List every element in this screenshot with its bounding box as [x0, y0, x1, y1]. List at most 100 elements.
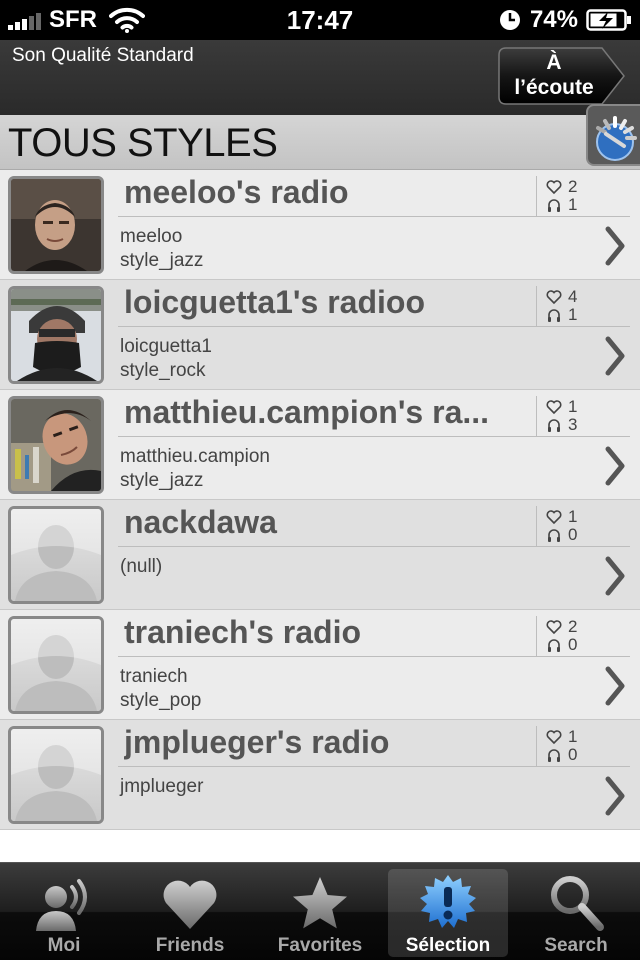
avatar [8, 176, 104, 274]
tab-bar: Moi Friends Favorites Sélection Search [0, 862, 640, 960]
section-title: TOUS STYLES [8, 121, 278, 165]
radio-name: loicguetta1's radioo [124, 284, 425, 320]
tab-favorites[interactable]: Favorites [260, 869, 380, 957]
listeners-count: 0 [568, 525, 578, 544]
likes-count: 1 [568, 727, 578, 746]
headphones-icon [548, 309, 560, 322]
radio-name: nackdawa [124, 504, 277, 540]
avatar [8, 506, 104, 604]
status-bar: SFR 17:47 74% [0, 0, 640, 40]
chevron-right-icon [605, 776, 625, 816]
loading-spinner [586, 104, 640, 166]
listeners-count: 0 [568, 635, 578, 654]
radio-row[interactable]: meeloo's radio 2 1 meeloo style_jazz [0, 170, 640, 280]
exclamation-badge-icon [420, 875, 476, 928]
star-icon [293, 877, 347, 929]
headphones-icon [548, 639, 560, 652]
search-icon [551, 876, 604, 931]
headphones-icon [548, 199, 560, 212]
sound-quality-label: Son Qualité Standard [12, 45, 194, 66]
listeners-count: 0 [568, 745, 578, 764]
radio-counts: 1 0 [546, 508, 596, 544]
user-photo [11, 399, 101, 491]
heart-icon [163, 880, 217, 929]
headphones-icon [548, 419, 560, 432]
radio-owner: traniech [120, 666, 188, 687]
heart-outline-icon [546, 180, 562, 195]
listeners-count: 1 [568, 195, 578, 214]
radio-owner: (null) [120, 556, 163, 577]
radio-owner: loicguetta1 [120, 336, 212, 357]
listeners-count: 3 [568, 415, 578, 434]
chevron-right-icon [605, 226, 625, 266]
radio-row[interactable]: nackdawa 1 0 (null) [0, 500, 640, 610]
tab-search[interactable]: Search [516, 869, 636, 957]
user-photo [11, 289, 101, 381]
radio-list: meeloo's radio 2 1 meeloo style_jazz loi… [0, 170, 640, 830]
tab-label: Moi [47, 935, 81, 956]
avatar [8, 726, 104, 824]
default-avatar-icon [11, 619, 101, 711]
chevron-right-icon [605, 446, 625, 486]
radio-style: style_jazz [120, 250, 204, 271]
heart-outline-icon [546, 400, 562, 415]
likes-count: 4 [568, 287, 578, 306]
tab-moi[interactable]: Moi [4, 869, 124, 957]
heart-outline-icon [546, 730, 562, 745]
radio-name: jmplueger's radio [124, 724, 390, 760]
radio-name: meeloo's radio [124, 174, 349, 210]
radio-owner: jmplueger [120, 776, 204, 797]
battery-percent: 74% [529, 6, 578, 33]
heart-outline-icon [546, 510, 562, 525]
nav-header: Son Qualité Standard À l’écoute [0, 40, 640, 115]
radio-counts: 2 1 [546, 178, 596, 214]
likes-count: 1 [568, 397, 578, 416]
headphones-icon [548, 529, 560, 542]
likes-count: 2 [568, 617, 578, 636]
heart-outline-icon [546, 620, 562, 635]
radio-style: style_rock [120, 360, 206, 381]
tab-label: Sélection [405, 935, 491, 956]
radio-row[interactable]: traniech's radio 2 0 traniech style_pop [0, 610, 640, 720]
radio-name: traniech's radio [124, 614, 362, 650]
globe-spinner-icon [596, 116, 637, 161]
radio-style: style_pop [120, 690, 202, 711]
chevron-right-icon [605, 336, 625, 376]
avatar [8, 396, 104, 494]
tab-friends[interactable]: Friends [130, 869, 250, 957]
clock-icon [499, 10, 520, 30]
now-listening-button[interactable]: À l’écoute [498, 47, 626, 105]
radio-counts: 1 3 [546, 398, 596, 434]
tab-selection[interactable]: Sélection [388, 869, 508, 957]
radio-counts: 4 1 [546, 288, 596, 324]
tab-label: Friends [155, 935, 225, 956]
avatar [8, 616, 104, 714]
tab-label: Search [544, 935, 608, 956]
default-avatar-icon [11, 509, 101, 601]
radio-counts: 2 0 [546, 618, 596, 654]
avatar [8, 286, 104, 384]
radio-owner: matthieu.campion [120, 446, 270, 467]
status-right: 74% [498, 6, 632, 34]
listeners-count: 1 [568, 305, 578, 324]
likes-count: 1 [568, 507, 578, 526]
person-sound-icon [36, 879, 87, 931]
default-avatar-icon [11, 729, 101, 821]
radio-counts: 1 0 [546, 728, 596, 764]
chevron-right-icon [605, 666, 625, 706]
likes-count: 2 [568, 177, 578, 196]
radio-row[interactable]: jmplueger's radio 1 0 jmplueger [0, 720, 640, 830]
heart-outline-icon [546, 290, 562, 305]
chevron-right-icon [605, 556, 625, 596]
radio-row[interactable]: loicguetta1's radioo 4 1 loicguetta1 sty… [0, 280, 640, 390]
radio-owner: meeloo [120, 226, 183, 247]
now-listening-label: À l’écoute [514, 51, 594, 99]
tab-label: Favorites [277, 935, 363, 956]
headphones-icon [548, 749, 560, 762]
radio-name: matthieu.campion's ra... [124, 394, 490, 430]
radio-style: style_jazz [120, 470, 204, 491]
user-photo [11, 179, 101, 271]
section-header: TOUS STYLES [0, 115, 640, 170]
radio-row[interactable]: matthieu.campion's ra... 1 3 matthieu.ca… [0, 390, 640, 500]
battery-charging-icon [586, 9, 631, 31]
